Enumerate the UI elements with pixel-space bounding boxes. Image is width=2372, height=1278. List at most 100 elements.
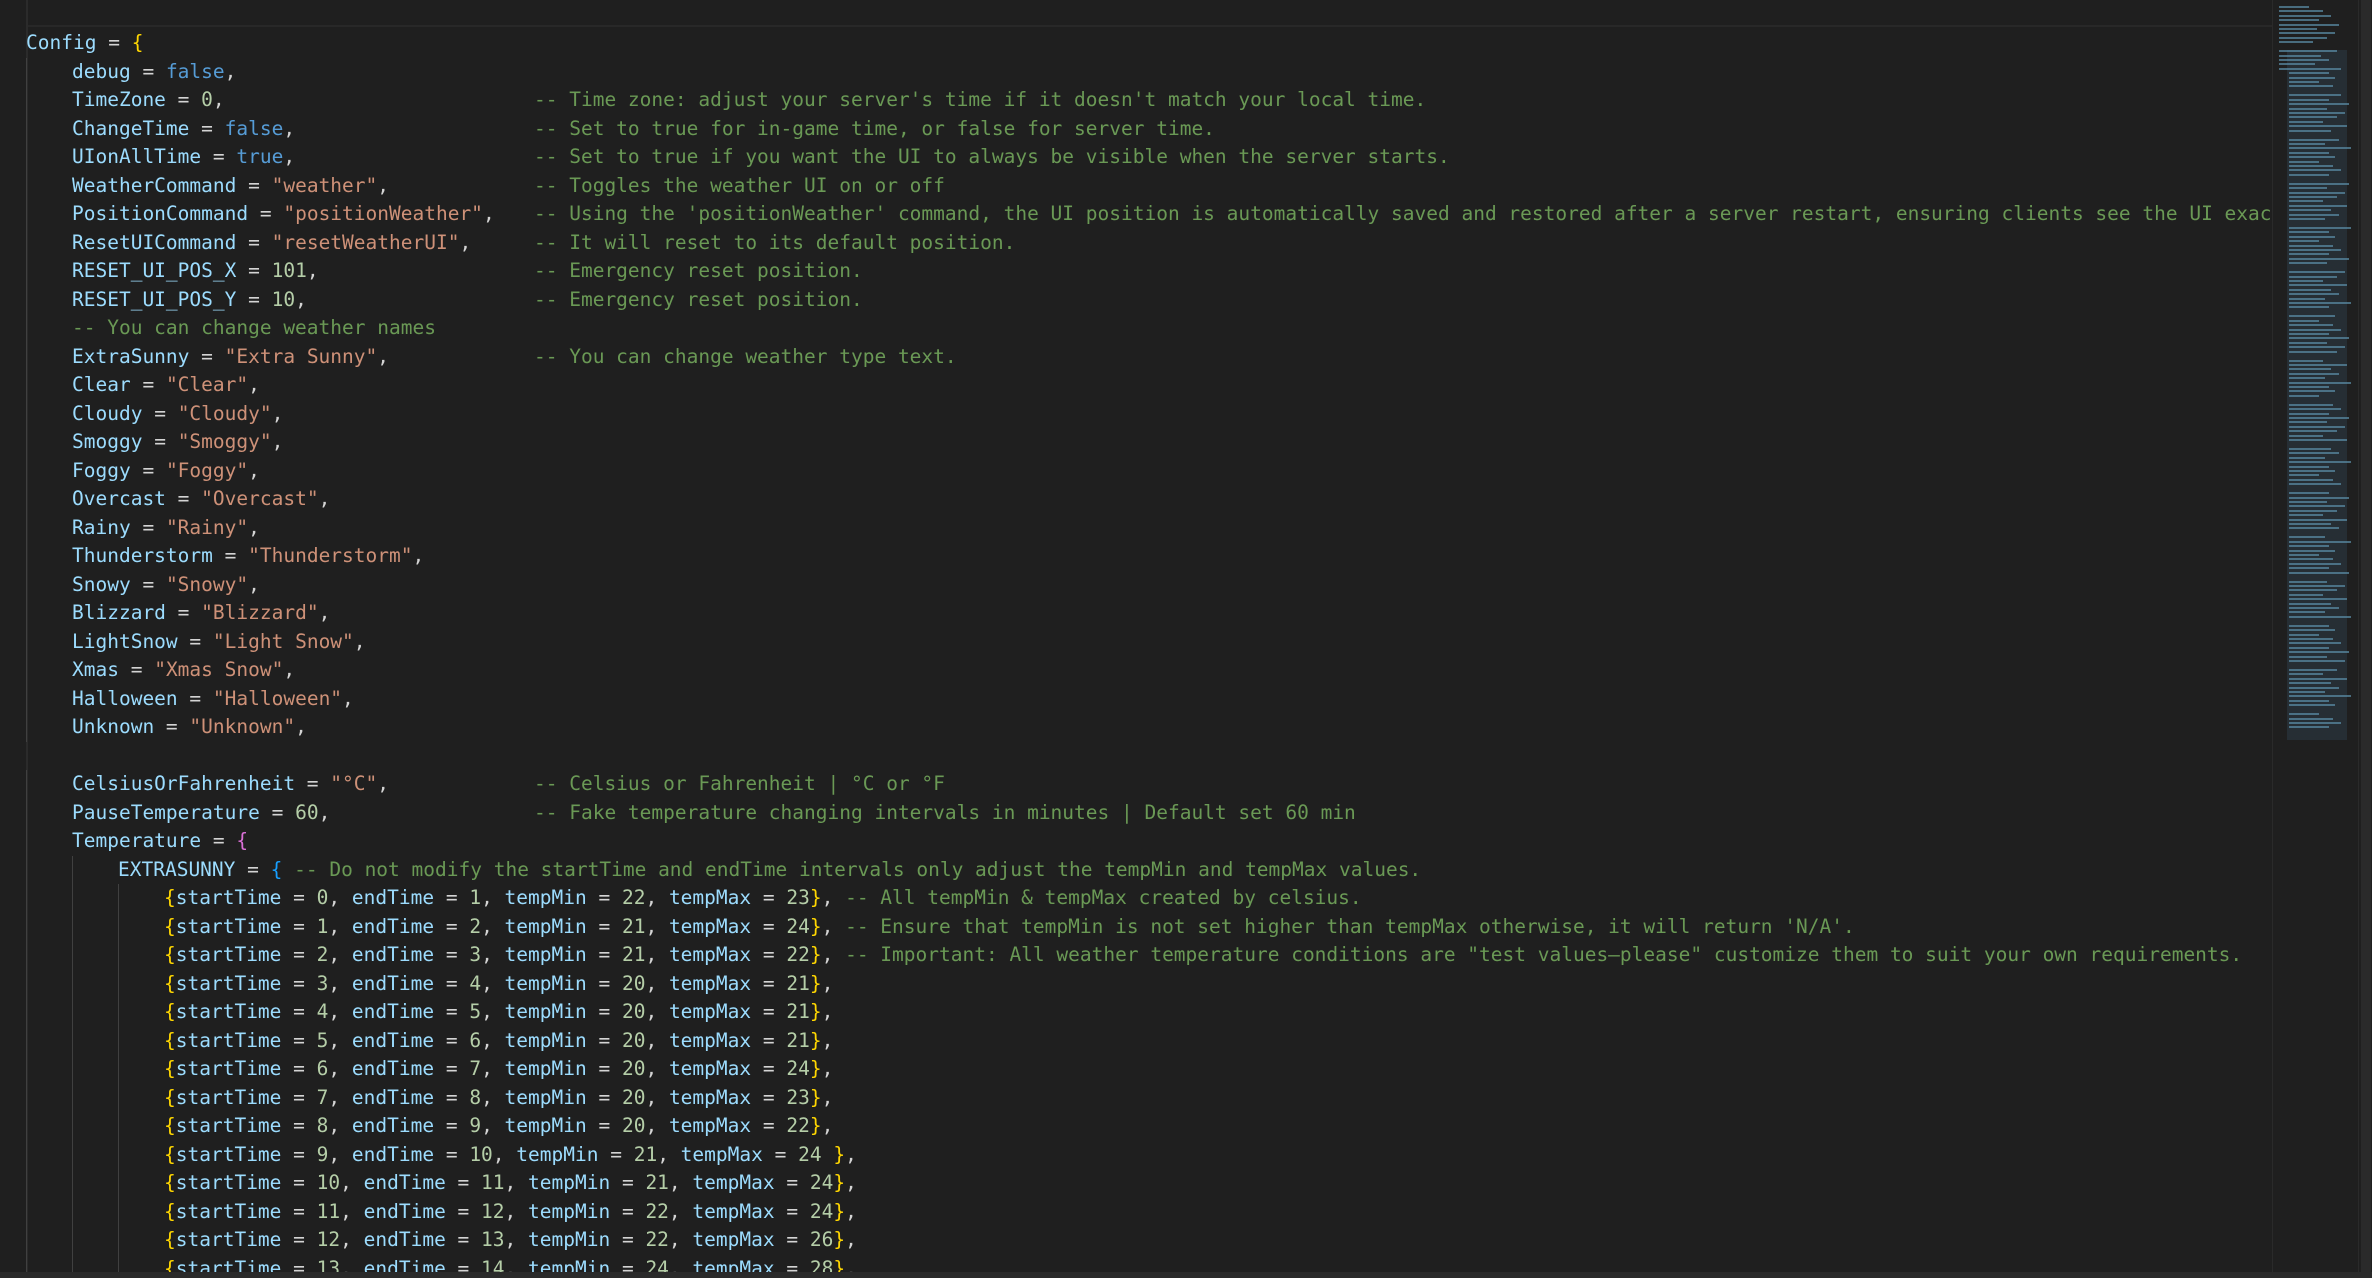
code-token: 3	[316, 971, 329, 995]
code-token: =	[212, 544, 249, 567]
minimap[interactable]	[2272, 0, 2359, 1272]
code-token: EXTRASUNNY	[118, 857, 236, 881]
code-token: 20	[621, 1000, 646, 1023]
code-token: {	[164, 1000, 176, 1023]
code-line[interactable]: Xmas = "Xmas Snow",	[26, 656, 2272, 685]
code-line[interactable]: {startTime = 10, endTime = 11, tempMin =…	[26, 1169, 2272, 1198]
code-line[interactable]: WeatherCommand = "weather", -- Toggles th…	[26, 171, 2272, 200]
code-token: {	[164, 1228, 176, 1251]
code-token: Xmas	[72, 658, 119, 681]
code-token: {	[164, 1256, 176, 1273]
code-line[interactable]: Clear = "Clear",	[26, 371, 2272, 400]
code-token: =	[445, 1228, 482, 1251]
code-line[interactable]: {startTime = 5, endTime = 6, tempMin = 2…	[26, 1026, 2272, 1055]
code-line[interactable]: PauseTemperature = 60, -- Fake temperatur…	[26, 798, 2272, 827]
code-token: -- All tempMin & tempMax created by cels…	[833, 886, 1362, 909]
code-token: "resetWeatherUI"	[271, 230, 460, 254]
code-line[interactable]: ExtraSunny = "Extra Sunny", -- You can ch…	[26, 342, 2272, 371]
code-token: false	[165, 59, 225, 83]
minimap-line	[2289, 372, 2339, 375]
indent-guide	[72, 1197, 73, 1226]
code-line[interactable]: Snowy = "Snowy",	[26, 570, 2272, 599]
code-token: ,	[492, 1142, 517, 1166]
code-token: ,	[821, 1000, 834, 1023]
code-line[interactable]: RESET_UI_POS_X = 101, -- Emergency reset …	[26, 257, 2272, 286]
code-line[interactable]: {startTime = 7, endTime = 8, tempMin = 2…	[26, 1083, 2272, 1112]
code-token: endTime	[351, 971, 435, 995]
code-line[interactable]: CelsiusOrFahrenheit = "°C", -- Celsius or…	[26, 770, 2272, 799]
code-line[interactable]: -- You can change weather names	[26, 314, 2272, 343]
code-line[interactable]: Thunderstorm = "Thunderstorm",	[26, 542, 2272, 571]
vertical-scrollbar[interactable]	[2358, 0, 2372, 1272]
code-line[interactable]: Unknown = "Unknown",	[26, 713, 2272, 742]
code-line[interactable]: ChangeTime = false, -- Set to true for in…	[26, 114, 2272, 143]
code-token: =	[434, 943, 470, 966]
minimap-line	[2289, 554, 2319, 556]
code-token: tempMax	[692, 1228, 775, 1251]
code-editor[interactable]: Config = {debug = false, TimeZone = 0, -- …	[0, 0, 2272, 1272]
code-line[interactable]: Blizzard = "Blizzard",	[26, 599, 2272, 628]
minimap-line	[2279, 6, 2309, 8]
code-line[interactable]: RESET_UI_POS_Y = 10, -- Emergency reset p…	[26, 285, 2272, 314]
code-line[interactable]: {startTime = 6, endTime = 7, tempMin = 2…	[26, 1055, 2272, 1084]
code-line[interactable]: {startTime = 0, endTime = 1, tempMin = 2…	[26, 884, 2272, 913]
code-token: CelsiusOrFahrenheit	[72, 772, 296, 795]
code-line[interactable]: PositionCommand = "positionWeather", -- U…	[26, 200, 2272, 229]
code-line[interactable]: {startTime = 13, endTime = 14, tempMin =…	[26, 1254, 2272, 1273]
code-token: 8	[469, 1085, 482, 1109]
minimap-line	[2289, 107, 2327, 110]
code-line[interactable]: {startTime = 11, endTime = 12, tempMin =…	[26, 1197, 2272, 1226]
code-token: endTime	[351, 1114, 435, 1137]
code-line[interactable]	[26, 742, 2272, 771]
indent-guide	[26, 884, 27, 913]
code-token: "Cloudy"	[177, 401, 272, 425]
code-token: =	[248, 202, 284, 225]
code-line[interactable]: Cloudy = "Cloudy",	[26, 399, 2272, 428]
code-token: =	[281, 971, 317, 995]
code-line[interactable]: Temperature = {	[26, 827, 2272, 856]
code-line[interactable]: TimeZone = 0, -- Time zone: adjust your s…	[26, 86, 2272, 115]
code-line[interactable]: {startTime = 1, endTime = 2, tempMin = 2…	[26, 912, 2272, 941]
code-line[interactable]: {startTime = 8, endTime = 9, tempMin = 2…	[26, 1112, 2272, 1141]
code-token: =	[586, 1028, 622, 1052]
indent-guide	[26, 941, 27, 970]
code-line[interactable]: {startTime = 3, endTime = 4, tempMin = 2…	[26, 969, 2272, 998]
code-line[interactable]: {startTime = 9, endTime = 10, tempMin = …	[26, 1140, 2272, 1169]
indent-guide	[26, 1026, 27, 1055]
code-token: endTime	[363, 1199, 446, 1223]
code-area[interactable]: Config = {debug = false, TimeZone = 0, -- …	[26, 29, 2272, 1272]
code-token: ,	[295, 287, 307, 311]
minimap-line	[2289, 200, 2323, 203]
minimap-line	[2289, 143, 2325, 145]
code-line[interactable]: EXTRASUNNY = { -- Do not modify the star…	[26, 855, 2272, 884]
code-text: Xmas = "Xmas Snow",	[72, 656, 295, 685]
vertical-scrollbar-thumb[interactable]	[2361, 0, 2371, 1272]
code-line[interactable]: UIonAllTime = true, -- Set to true if you…	[26, 143, 2272, 172]
code-line[interactable]: Smoggy = "Smoggy",	[26, 428, 2272, 457]
code-line[interactable]: ResetUICommand = "resetWeatherUI", -- It …	[26, 228, 2272, 257]
code-token: ChangeTime	[72, 116, 190, 140]
code-line[interactable]: LightSnow = "Light Snow",	[26, 627, 2272, 656]
code-token: =	[610, 1199, 646, 1223]
minimap-line	[2279, 63, 2315, 66]
code-token: "Overcast"	[201, 487, 319, 510]
horizontal-scrollbar[interactable]	[0, 1272, 2372, 1278]
code-token: 12	[481, 1199, 505, 1223]
code-token: endTime	[351, 886, 435, 909]
code-line[interactable]: {startTime = 4, endTime = 5, tempMin = 2…	[26, 998, 2272, 1027]
code-line[interactable]: {startTime = 12, endTime = 13, tempMin =…	[26, 1226, 2272, 1255]
code-token: 4	[316, 1000, 329, 1023]
code-token: {	[164, 1057, 176, 1080]
code-line[interactable]: {startTime = 2, endTime = 3, tempMin = 2…	[26, 941, 2272, 970]
code-token: tempMax	[692, 1171, 775, 1194]
code-token: "Halloween"	[212, 686, 343, 710]
code-line[interactable]: Halloween = "Halloween",	[26, 684, 2272, 713]
code-line[interactable]: debug = false,	[26, 57, 2272, 86]
inline-comment: -- Using the 'positionWeather' command, …	[534, 202, 2272, 225]
code-line[interactable]: Config = {	[26, 29, 2272, 58]
code-line[interactable]: Overcast = "Overcast",	[26, 485, 2272, 514]
code-line[interactable]: Foggy = "Foggy",	[26, 456, 2272, 485]
code-line[interactable]: Rainy = "Rainy",	[26, 513, 2272, 542]
code-token: }	[833, 1256, 846, 1273]
indent-guide	[26, 456, 27, 485]
